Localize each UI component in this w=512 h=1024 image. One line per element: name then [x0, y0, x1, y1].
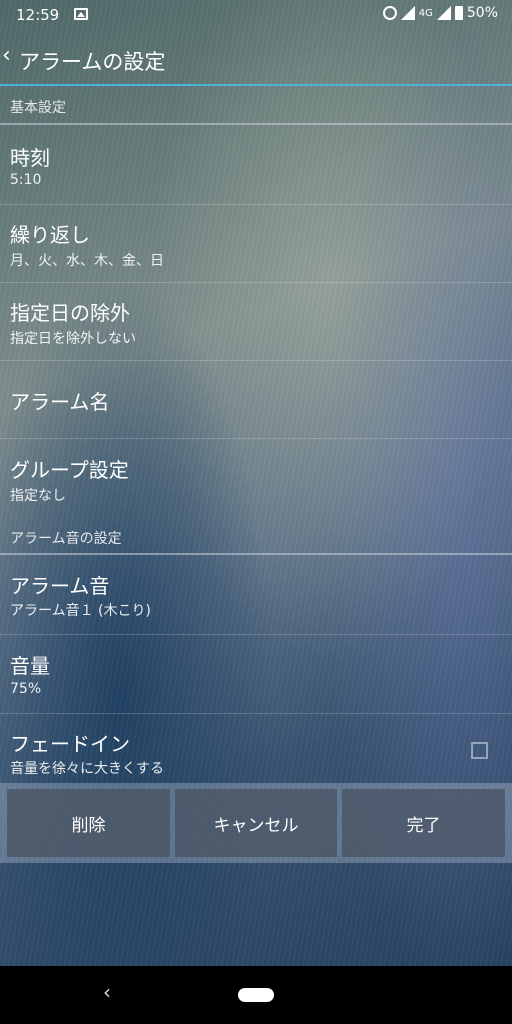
setting-label: アラーム名 — [10, 390, 110, 414]
setting-label: 指定日の除外 — [10, 301, 130, 325]
setting-row-fade-in[interactable]: フェードイン 音量を徐々に大きくする — [0, 714, 512, 782]
back-chevron-icon[interactable]: ‹ — [2, 43, 11, 68]
status-time: 12:59 — [16, 6, 60, 24]
toolbar-accent-line — [0, 84, 512, 86]
setting-label: 音量 — [10, 654, 50, 678]
toolbar: ‹ アラームの設定 — [0, 30, 512, 85]
image-notification-icon — [74, 8, 88, 20]
setting-value: 音量を徐々に大きくする — [10, 761, 164, 777]
setting-value: アラーム音１ (木こり) — [10, 603, 151, 619]
setting-label: アラーム音 — [10, 574, 110, 598]
setting-value: 指定なし — [10, 488, 66, 504]
setting-label: グループ設定 — [10, 458, 129, 482]
setting-row-exclude[interactable]: 指定日の除外 指定日を除外しない — [0, 283, 512, 360]
setting-row-time[interactable]: 時刻 5:10 — [0, 126, 512, 204]
section-header-basic: 基本設定 — [10, 100, 66, 116]
setting-value: 月、火、水、木、金、日 — [10, 253, 164, 269]
signal-icon-2 — [436, 6, 451, 20]
section-header-sound: アラーム音の設定 — [10, 531, 122, 547]
setting-row-alarm-sound[interactable]: アラーム音 アラーム音１ (木こり) — [0, 556, 512, 634]
setting-row-volume[interactable]: 音量 75% — [0, 635, 512, 713]
setting-value: 75% — [10, 681, 42, 697]
alarm-clock-icon — [382, 6, 397, 20]
setting-value: 5:10 — [10, 172, 42, 188]
nav-home-pill-icon[interactable] — [238, 988, 274, 1002]
cancel-button[interactable]: キャンセル — [175, 789, 337, 857]
navigation-bar: ‹ — [0, 966, 512, 1024]
status-right: 4G 50% — [382, 5, 498, 21]
setting-label: 繰り返し — [10, 223, 90, 247]
signal-icon — [400, 6, 415, 20]
fade-in-checkbox[interactable] — [471, 742, 488, 759]
page-title: アラームの設定 — [19, 50, 166, 74]
network-type: 4G — [418, 7, 433, 19]
setting-value: 指定日を除外しない — [10, 331, 136, 347]
setting-row-repeat[interactable]: 繰り返し 月、火、水、木、金、日 — [0, 205, 512, 282]
section-divider — [0, 553, 512, 555]
setting-row-alarm-name[interactable]: アラーム名 — [0, 361, 512, 438]
nav-back-icon[interactable]: ‹ — [103, 980, 111, 1004]
battery-icon — [454, 6, 463, 20]
delete-button[interactable]: 削除 — [7, 789, 170, 857]
done-button[interactable]: 完了 — [342, 789, 505, 857]
section-divider — [0, 123, 512, 125]
button-bar: 削除 キャンセル 完了 — [0, 783, 512, 863]
status-bar: 12:59 4G 50% — [0, 0, 512, 30]
setting-row-group[interactable]: グループ設定 指定なし — [0, 439, 512, 517]
setting-label: フェードイン — [10, 732, 130, 756]
setting-label: 時刻 — [10, 146, 50, 170]
battery-percent: 50% — [466, 5, 498, 21]
